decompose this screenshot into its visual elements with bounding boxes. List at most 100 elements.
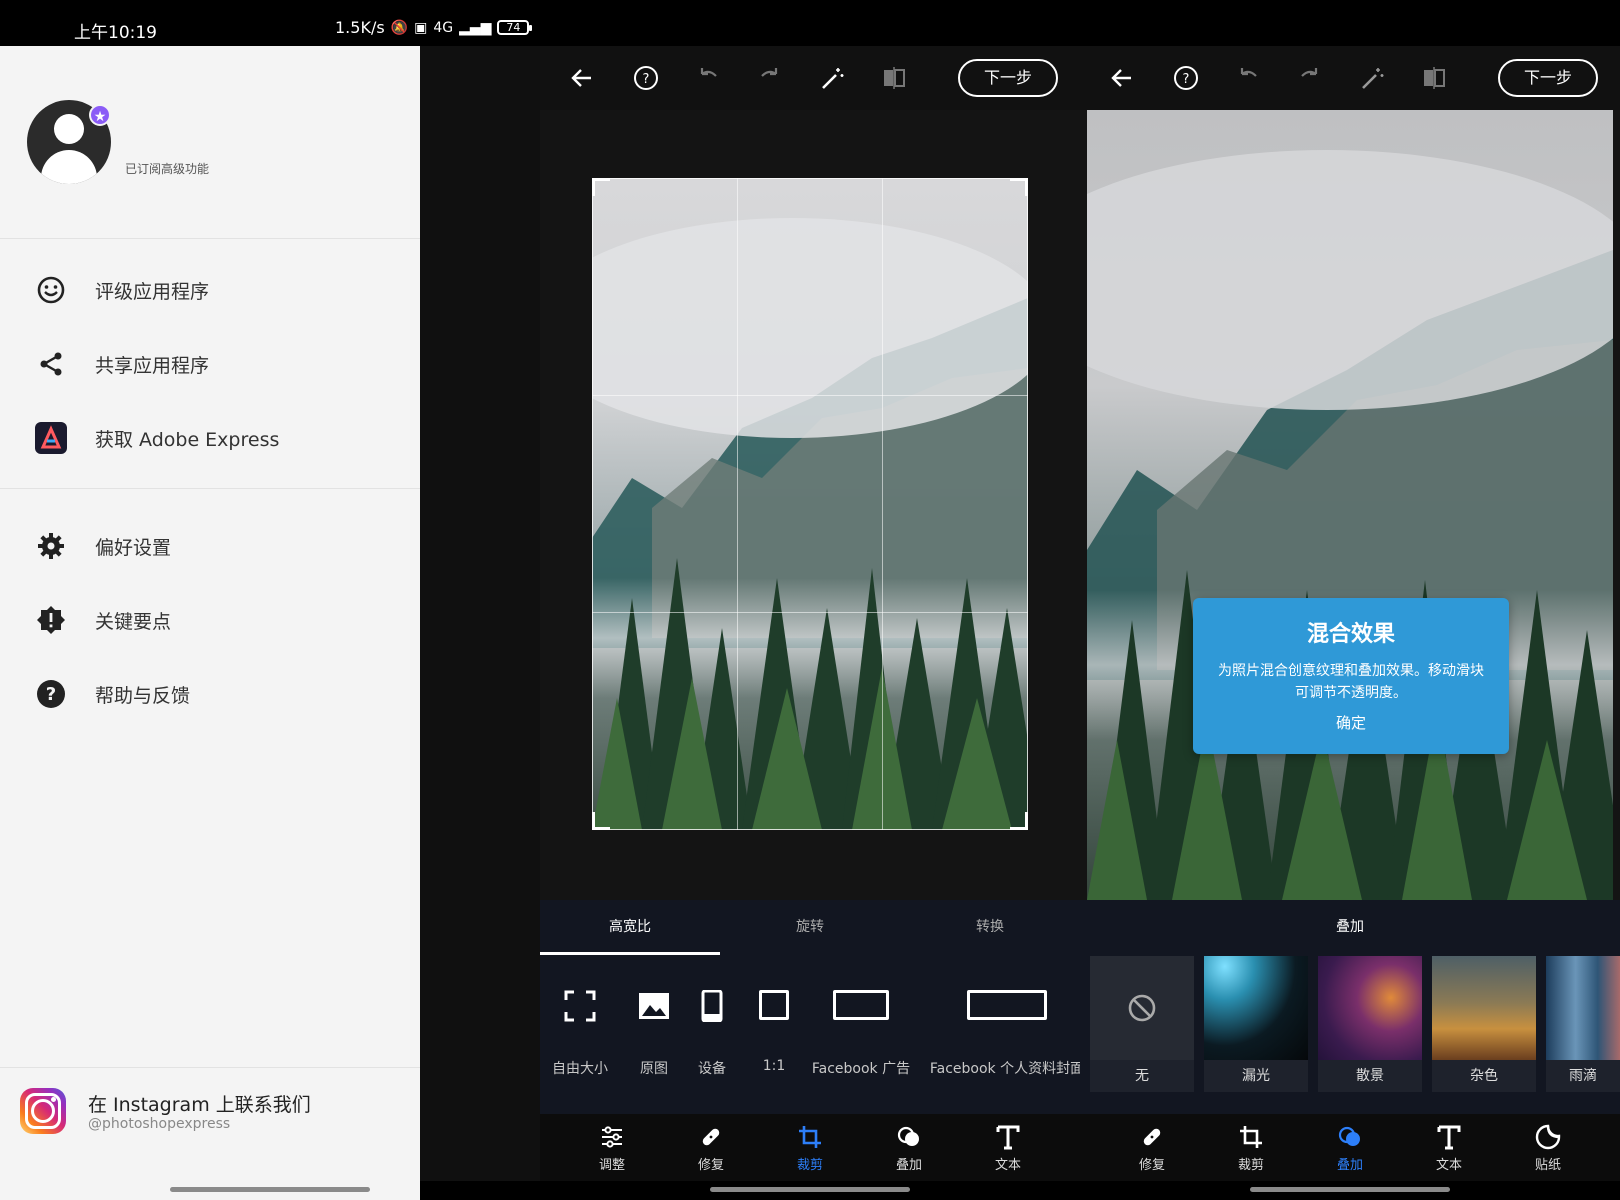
overlay-icon [874,1122,944,1152]
share-icon [35,348,67,380]
tooltip-title: 混合效果 [1306,622,1395,647]
overlay-section-title: 叠加 [1336,919,1364,935]
photo-preview[interactable] [592,178,1028,830]
nav-overlay[interactable]: 叠加 [1315,1122,1385,1173]
aspect-square[interactable]: 1:1 [758,990,790,1074]
nav-sticker[interactable]: 贴纸 [1513,1122,1583,1173]
crop-handle[interactable] [592,812,610,830]
overlay-tile-noise[interactable]: 杂色 [1432,956,1536,1092]
help-icon: ? [35,678,67,710]
next-step-button[interactable]: 下一步 [1498,59,1598,97]
menu-item-label: 获取 Adobe Express [95,428,280,451]
divider [0,488,420,489]
battery-icon: 74 [497,20,533,35]
overlay-tile-raindrops[interactable]: 雨滴 [1546,956,1620,1092]
overlay-canvas: 混合效果 为照片混合创意纹理和叠加效果。移动滑块可调节不透明度。 确定 [1080,110,1620,900]
aspect-label: 1:1 [762,1058,786,1074]
compare-icon[interactable] [878,62,910,94]
menu-item-share-app[interactable]: 共享应用程序 [0,334,420,394]
next-step-button[interactable]: 下一步 [958,59,1058,97]
nav-heal[interactable]: 修复 [676,1122,746,1173]
back-arrow-icon[interactable] [566,62,598,94]
overlay-icon [1315,1122,1385,1152]
blend-effect-tooltip: 混合效果 为照片混合创意纹理和叠加效果。移动滑块可调节不透明度。 确定 [1193,598,1509,754]
overlay-tile-bokeh[interactable]: 散景 [1318,956,1422,1092]
aspect-label: 自由大小 [552,1061,608,1077]
photo-preview[interactable] [1087,110,1613,900]
home-indicator [170,1187,370,1192]
redo-icon[interactable] [1294,62,1326,94]
overlay-options: 叠加 无 漏光 散景 杂色 雨滴 [1080,900,1620,1114]
home-indicator [710,1187,910,1192]
magic-wand-icon[interactable] [816,62,848,94]
tab-indicator [540,952,720,955]
compare-icon[interactable] [1418,62,1450,94]
help-icon[interactable]: ? [1170,62,1202,94]
nav-heal[interactable]: 修复 [1117,1122,1187,1173]
tooltip-ok-button[interactable]: 确定 [1193,712,1509,733]
nav-overlay[interactable]: 叠加 [874,1122,944,1173]
square-icon [759,990,789,1020]
nav-crop[interactable]: 裁剪 [1216,1122,1286,1173]
premium-star-icon: ★ [89,104,111,126]
aspect-original[interactable]: 原图 [638,990,670,1077]
instagram-icon[interactable] [20,1088,66,1134]
smile-icon [35,274,67,306]
signal-label: 4G [433,19,454,36]
svg-text:?: ? [643,72,650,87]
sticker-icon [1513,1122,1583,1152]
crop-editor: ? 下一步 高宽比 旋转 转换 自由大小 原图 设备 1:1 Facebook … [540,46,1084,1192]
tab-transform[interactable]: 转换 [900,900,1080,954]
wide-rect-icon [967,990,1047,1020]
nav-text[interactable]: 文本 [1414,1122,1484,1173]
aspect-facebook-ad[interactable]: Facebook 广告 [812,990,910,1077]
aspect-free[interactable]: 自由大小 [552,990,608,1077]
aspect-facebook-cover[interactable]: Facebook 个人资料封面 [930,990,1084,1077]
overlay-tile-none[interactable]: 无 [1090,956,1194,1092]
editor-toolbar: ? 下一步 [1080,46,1620,110]
overlay-tile-light-leak[interactable]: 漏光 [1204,956,1308,1092]
menu-item-help[interactable]: ? 帮助与反馈 [0,664,420,724]
instagram-contact-link[interactable]: 在 Instagram 上联系我们 [88,1090,311,1117]
background-strip [420,46,540,1181]
aspect-label: Facebook 个人资料封面 [929,1061,1085,1077]
undo-icon[interactable] [1232,62,1264,94]
magic-wand-icon[interactable] [1356,62,1388,94]
menu-item-preferences[interactable]: 偏好设置 [0,516,420,576]
signal-icon: ▂▄▆ [459,19,492,36]
svg-text:?: ? [1183,72,1190,87]
help-icon[interactable]: ? [630,62,662,94]
image-icon [639,993,669,1019]
navigation-drawer: ★ 已订阅高级功能 评级应用程序 共享应用程序 获取 Adobe Express… [0,0,420,1200]
crop-handle[interactable] [1010,812,1028,830]
crop-canvas [540,110,1080,900]
menu-item-rate-app[interactable]: 评级应用程序 [0,260,420,320]
aspect-device[interactable]: 设备 [698,989,726,1077]
status-time: 上午10:19 [74,23,157,43]
menu-item-adobe-express[interactable]: 获取 Adobe Express [0,408,420,468]
tab-aspect-ratio[interactable]: 高宽比 [540,900,720,954]
tab-rotate[interactable]: 旋转 [720,900,900,954]
network-speed: 1.5K/s [335,18,385,37]
crop-handle[interactable] [592,178,610,196]
alert-badge-icon [35,604,67,636]
bandage-icon [1117,1122,1187,1152]
back-arrow-icon[interactable] [1106,62,1138,94]
instagram-handle: @photoshopexpress [88,1116,231,1132]
menu-item-key-points[interactable]: 关键要点 [0,590,420,650]
crop-handle[interactable] [1010,178,1028,196]
divider [0,1067,420,1068]
text-icon [973,1122,1043,1152]
wide-rect-icon [833,990,889,1020]
nav-adjust[interactable]: 调整 [577,1122,647,1173]
crop-frame[interactable] [592,178,1028,830]
aspect-label: 原图 [640,1061,668,1077]
nav-text[interactable]: 文本 [973,1122,1043,1173]
tooltip-body: 为照片混合创意纹理和叠加效果。移动滑块可调节不透明度。 [1218,663,1484,701]
nav-crop[interactable]: 裁剪 [775,1122,845,1173]
device-icon [701,989,723,1023]
redo-icon[interactable] [754,62,786,94]
undo-icon[interactable] [692,62,724,94]
home-indicator [1250,1187,1450,1192]
menu-item-label: 评级应用程序 [95,280,210,303]
